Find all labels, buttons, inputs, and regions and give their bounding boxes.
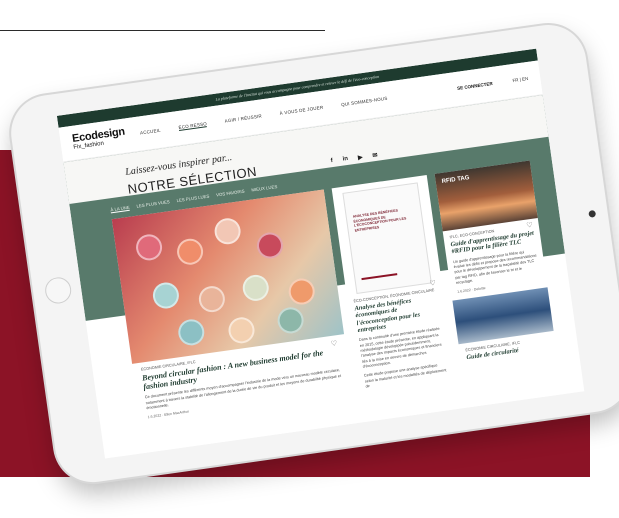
youtube-icon[interactable]: ▶ <box>358 154 363 162</box>
rfid-image: RFID TAG <box>434 160 538 232</box>
spool <box>134 232 164 263</box>
email-icon[interactable]: ✉ <box>372 152 378 160</box>
spool <box>275 305 306 336</box>
website-screen: La plateforme de l'Institut qui vous acc… <box>56 48 585 459</box>
document-title: ANALYSE DES BÉNÉFICES ÉCONOMIQUES DE L'É… <box>352 208 407 233</box>
article-card[interactable]: ♡ ÉCONOMIE CIRCULAIRE, IFLC Beyond circu… <box>111 189 357 453</box>
favorite-heart-icon[interactable]: ♡ <box>526 221 533 230</box>
nav-item-accueil[interactable]: ACCUEIL <box>140 128 162 137</box>
spool <box>176 317 206 348</box>
spool <box>151 280 181 311</box>
facebook-icon[interactable]: f <box>330 158 333 165</box>
nav-item-eco-resso[interactable]: ÉCO RESSO <box>178 121 208 132</box>
tablet-device: La plateforme de l'Institut qui vous acc… <box>6 20 619 488</box>
spool <box>212 216 243 246</box>
nav-item-qui-sommes-nous[interactable]: QUI SOMMES-NOUS <box>341 96 388 108</box>
spool <box>287 276 317 307</box>
spool <box>241 273 271 303</box>
favorite-heart-icon[interactable]: ♡ <box>330 339 338 348</box>
spool <box>226 315 257 345</box>
rfid-logo: RFID TAG <box>441 175 470 185</box>
spool <box>255 230 285 261</box>
home-button[interactable] <box>43 275 73 306</box>
tablet-scene: La plateforme de l'Institut qui vous acc… <box>0 0 619 518</box>
nav-item-agir-reussir[interactable]: AGIR / RÉUSSIR <box>224 113 262 124</box>
factory-image <box>452 287 554 345</box>
document-cover: ANALYSE DES BÉNÉFICES ÉCONOMIQUES DE L'É… <box>342 182 432 294</box>
linkedin-icon[interactable]: in <box>342 156 348 164</box>
camera-icon <box>588 209 597 218</box>
language-switch[interactable]: FR | EN <box>512 76 528 83</box>
nav-item-a-vous-de-jouer[interactable]: À VOUS DE JOUER <box>279 105 323 117</box>
document-bar <box>361 273 398 281</box>
spool <box>175 237 205 267</box>
thread-spools-image <box>111 189 345 364</box>
site-logo[interactable]: Ecodesign Fix_fashion <box>71 126 127 151</box>
login-link[interactable]: SE CONNECTER <box>457 81 493 91</box>
favorite-heart-icon[interactable]: ♡ <box>429 279 436 288</box>
spool <box>197 284 227 314</box>
